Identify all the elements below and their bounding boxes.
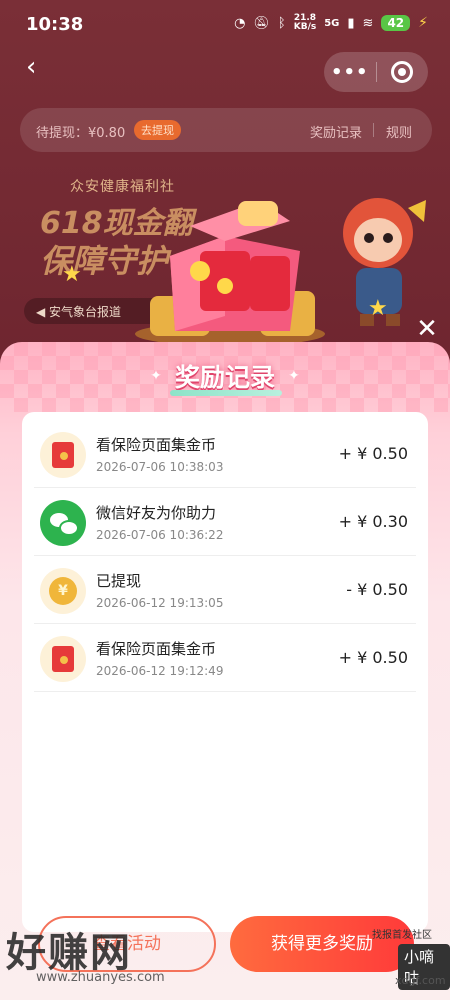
signal-icon: ▮ [347, 15, 355, 31]
sheet-title-text: 奖励记录 [174, 363, 275, 392]
record-time: 2026-07-06 10:36:22 [96, 528, 224, 542]
record-item: 微信好友为你助力 2026-07-06 10:36:22 + ¥ 0.30 [34, 488, 416, 556]
record-amount: + ¥ 0.50 [338, 444, 408, 463]
wechat-icon [40, 500, 86, 546]
get-more-rewards-button[interactable]: 获得更多奖励 [230, 916, 414, 972]
record-title: 已提现 [96, 572, 142, 590]
battery-badge: 42 [381, 15, 411, 31]
star-icon: ★ [368, 296, 388, 321]
reward-records-link[interactable]: 奖励记录 [310, 122, 362, 141]
net-speed-unit: KB/s [293, 22, 317, 32]
red-envelope-icon [40, 636, 86, 682]
record-item: 看保险页面集金币 2026-06-12 19:12:49 + ¥ 0.50 [34, 624, 416, 692]
records-card: 看保险页面集金币 2026-07-06 10:38:03 + ¥ 0.50 微信… [22, 412, 428, 932]
record-time: 2026-06-12 19:12:49 [96, 664, 224, 678]
record-item: ¥ 已提现 2026-06-12 19:13:05 - ¥ 0.50 [34, 556, 416, 624]
mini-program-capsule: ••• [324, 52, 428, 92]
title-underline [170, 390, 282, 396]
back-button[interactable]: ‹ [26, 54, 48, 80]
pending-withdraw-bar: 待提现：¥0.80 去提现 奖励记录 规则 [20, 108, 432, 152]
reward-records-sheet: ✦ 奖励记录 ✦ 看保险页面集金币 2026-07-06 10:38:03 + … [0, 342, 450, 1000]
record-time: 2026-07-06 10:38:03 [96, 460, 224, 474]
record-time: 2026-06-12 19:13:05 [96, 596, 224, 610]
red-envelope-icon [40, 432, 86, 478]
divider [373, 123, 374, 137]
more-button[interactable]: ••• [324, 62, 376, 83]
status-bar: 10:38 ◔ 🔕︎ ᛒ 21.8 KB/s 5G ▮ ≋ 42 ⚡ [0, 0, 450, 52]
close-program-button[interactable] [377, 61, 429, 83]
brand-title: 众安健康福利社 [70, 179, 175, 195]
mute-icon: 🔕︎ [253, 15, 270, 31]
chevron-left-icon: ‹ [26, 52, 37, 82]
net-speed: 21.8 KB/s [294, 14, 316, 32]
record-amount: + ¥ 0.30 [338, 512, 408, 531]
star-icon: ★ [62, 262, 82, 287]
pending-amount: 待提现：¥0.80 [36, 126, 126, 141]
bluetooth-icon: ᛒ [277, 15, 286, 31]
close-button[interactable]: ✕ [414, 316, 440, 342]
watermark-right-caption: 找报首发社区 [372, 930, 432, 941]
close-icon: ✕ [416, 314, 438, 344]
withdraw-button[interactable]: 去提现 [134, 120, 181, 140]
status-icons: ◔ 🔕︎ ᛒ 21.8 KB/s 5G ▮ ≋ 42 ⚡ [234, 14, 428, 32]
sparkle-icon: ✦ [288, 368, 300, 384]
sheet-title: ✦ 奖励记录 ✦ [0, 358, 450, 394]
wifi-icon: ≋ [362, 15, 374, 31]
speaker-icon: ◀ [36, 305, 50, 319]
target-icon [391, 61, 414, 83]
rules-link[interactable]: 规则 [386, 122, 412, 141]
sparkle-icon: ✦ [150, 368, 162, 384]
weather-pill-label: 安气象台报道 [49, 305, 122, 319]
record-title: 看保险页面集金币 [96, 640, 217, 658]
record-title: 微信好友为你助力 [96, 504, 217, 522]
record-title: 看保险页面集金币 [96, 436, 217, 454]
yuan-coin-icon: ¥ [40, 568, 86, 614]
signal-label: 5G [324, 17, 340, 29]
more-icon: ••• [330, 61, 369, 83]
status-time: 10:38 [26, 14, 84, 35]
charging-icon: ⚡ [418, 15, 428, 31]
record-amount: + ¥ 0.50 [338, 648, 408, 667]
record-amount: - ¥ 0.50 [346, 580, 408, 599]
watermark-left-url: www.zhuanyes.com [36, 970, 165, 985]
hotspot-icon: ◔ [234, 15, 246, 31]
gift-box-illustration [135, 201, 325, 346]
record-item: 看保险页面集金币 2026-07-06 10:38:03 + ¥ 0.50 [34, 420, 416, 488]
watermark-right-url: xdgf.com [395, 974, 446, 987]
